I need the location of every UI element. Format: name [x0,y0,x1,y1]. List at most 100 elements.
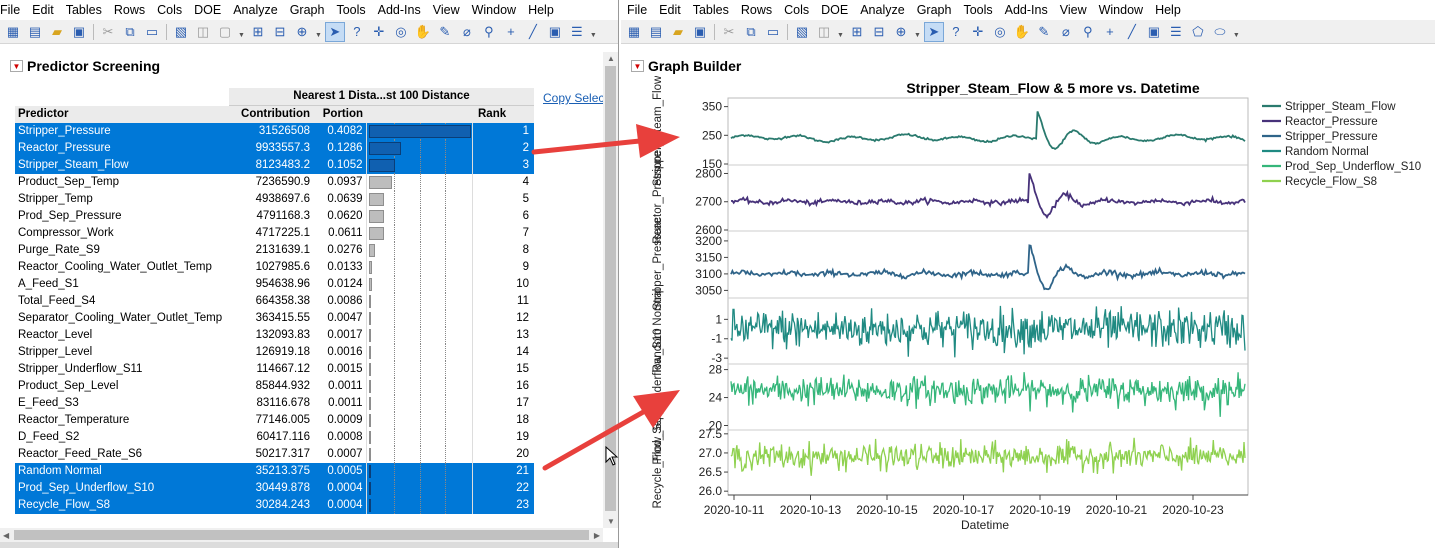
menu-tables[interactable]: Tables [60,0,108,20]
menu-edit[interactable]: Edit [26,0,60,20]
grid-icon[interactable]: ⊞ [847,22,867,42]
new-script-icon[interactable]: ▤ [646,22,666,42]
scrollbar-thumb[interactable] [605,66,616,511]
table-row[interactable]: Random Normal 35213.375 0.0005 21 [15,463,534,480]
list-icon[interactable]: ☰ [567,22,587,42]
menu-doe[interactable]: DOE [815,0,854,20]
table-row[interactable]: Reactor_Temperature 77146.005 0.0009 18 [15,412,534,429]
save-icon[interactable]: ▣ [690,22,710,42]
table-row[interactable]: Compressor_Work 4717225.1 0.0611 7 [15,225,534,242]
crosshair-icon[interactable]: ✛ [369,22,389,42]
add-window-icon[interactable]: ⊕ [891,22,911,42]
lock-icon[interactable]: ◫ [814,22,834,42]
open-folder-icon[interactable]: ▰ [47,22,67,42]
chevron-down-icon[interactable]: ▼ [1233,32,1240,39]
menu-tables[interactable]: Tables [687,0,735,20]
table-row[interactable]: Reactor_Level 132093.83 0.0017 13 [15,327,534,344]
menu-tools[interactable]: Tools [957,0,998,20]
menu-rows[interactable]: Rows [735,0,778,20]
menu-add-ins[interactable]: Add-Ins [999,0,1054,20]
magnifier-icon[interactable]: ⚲ [1078,22,1098,42]
line-icon[interactable]: ╱ [523,22,543,42]
table-icon[interactable]: ⊟ [270,22,290,42]
journal-icon[interactable]: ▧ [171,22,191,42]
lock-icon[interactable]: ◫ [193,22,213,42]
shape-icon[interactable]: ⬠ [1188,22,1208,42]
legend-item[interactable]: Stripper_Pressure [1262,131,1378,143]
table-row[interactable]: A_Feed_S1 954638.96 0.0124 10 [15,276,534,293]
arrow-cursor-icon[interactable]: ➤ [923,21,944,42]
table-row[interactable]: Prod_Sep_Pressure 4791168.3 0.0620 6 [15,208,534,225]
save-icon[interactable]: ▣ [69,22,89,42]
menu-tools[interactable]: Tools [330,0,371,20]
scrollbar-thumb[interactable] [14,530,589,540]
menu-window[interactable]: Window [1093,0,1149,20]
new-data-table-icon[interactable]: ▦ [3,22,23,42]
rank-column-header[interactable]: Rank [472,105,534,123]
menu-doe[interactable]: DOE [188,0,227,20]
scroll-left-icon[interactable]: ◀ [3,531,9,540]
list-icon[interactable]: ☰ [1166,22,1186,42]
menu-graph[interactable]: Graph [284,0,331,20]
menu-add-ins[interactable]: Add-Ins [372,0,427,20]
chevron-down-icon[interactable]: ▼ [238,32,245,39]
brush-icon[interactable]: ✎ [1034,22,1054,42]
chevron-down-icon[interactable]: ▼ [837,32,844,39]
hand-icon[interactable]: ✋ [1012,22,1032,42]
scroll-up-icon[interactable]: ▲ [607,54,615,63]
open-folder-icon[interactable]: ▰ [668,22,688,42]
table-row[interactable]: Purge_Rate_S9 2131639.1 0.0276 8 [15,242,534,259]
table-row[interactable]: Total_Feed_S4 664358.38 0.0086 11 [15,293,534,310]
table-icon[interactable]: ⊟ [869,22,889,42]
scroll-right-icon[interactable]: ▶ [594,531,600,540]
table-row[interactable]: Prod_Sep_Underflow_S10 30449.878 0.0004 22 [15,480,534,497]
copy-icon[interactable]: ⧉ [741,22,761,42]
arrow-cursor-icon[interactable]: ➤ [324,21,345,42]
magnifier-icon[interactable]: ⚲ [479,22,499,42]
legend-item[interactable]: Recycle_Flow_S8 [1262,176,1377,188]
legend-item[interactable]: Stripper_Steam_Flow [1262,101,1396,113]
lasso-icon[interactable]: ⌀ [1056,22,1076,42]
annotate-icon[interactable]: ▣ [1144,22,1164,42]
chevron-down-icon[interactable]: ▼ [914,32,921,39]
cut-icon[interactable]: ✂ [719,22,739,42]
window-icon[interactable]: ▢ [215,22,235,42]
menu-cols[interactable]: Cols [778,0,815,20]
annotate-icon[interactable]: ▣ [545,22,565,42]
line-icon[interactable]: ╱ [1122,22,1142,42]
crosshair-icon[interactable]: ✛ [968,22,988,42]
grid-icon[interactable]: ⊞ [248,22,268,42]
plus-icon[interactable]: + [1100,22,1120,42]
cut-icon[interactable]: ✂ [98,22,118,42]
help-icon[interactable]: ? [347,22,367,42]
table-row[interactable]: Product_Sep_Level 85844.932 0.0011 16 [15,378,534,395]
menu-help[interactable]: Help [1149,0,1187,20]
menu-file[interactable]: File [621,0,653,20]
paste-icon[interactable]: ▭ [142,22,162,42]
horizontal-scrollbar[interactable]: ◀ ▶ [0,528,603,542]
legend-item[interactable]: Random Normal [1262,146,1369,158]
contribution-column-header[interactable]: Contribution [229,105,313,123]
menu-help[interactable]: Help [522,0,560,20]
portion-column-header[interactable]: Portion [313,105,366,123]
menu-graph[interactable]: Graph [911,0,958,20]
chevron-down-icon[interactable]: ▼ [315,32,322,39]
lasso-icon[interactable]: ⌀ [457,22,477,42]
table-row[interactable]: Stripper_Temp 4938697.6 0.0639 5 [15,191,534,208]
table-row[interactable]: Stripper_Underflow_S11 114667.12 0.0015 15 [15,361,534,378]
add-window-icon[interactable]: ⊕ [292,22,312,42]
legend-item[interactable]: Prod_Sep_Underflow_S10 [1262,161,1421,173]
menu-analyze[interactable]: Analyze [854,0,910,20]
menu-file[interactable]: File [0,0,26,20]
new-data-table-icon[interactable]: ▦ [624,22,644,42]
scroll-down-icon[interactable]: ▼ [607,517,615,526]
table-row[interactable]: Separator_Cooling_Water_Outlet_Temp 36341… [15,310,534,327]
table-row[interactable]: Recycle_Flow_S8 30284.243 0.0004 23 [15,497,534,514]
menu-edit[interactable]: Edit [653,0,687,20]
hand-icon[interactable]: ✋ [413,22,433,42]
target-icon[interactable]: ◎ [391,22,411,42]
table-row[interactable]: Reactor_Pressure 9933557.3 0.1286 2 [15,140,534,157]
help-icon[interactable]: ? [946,22,966,42]
brush-icon[interactable]: ✎ [435,22,455,42]
menu-cols[interactable]: Cols [151,0,188,20]
